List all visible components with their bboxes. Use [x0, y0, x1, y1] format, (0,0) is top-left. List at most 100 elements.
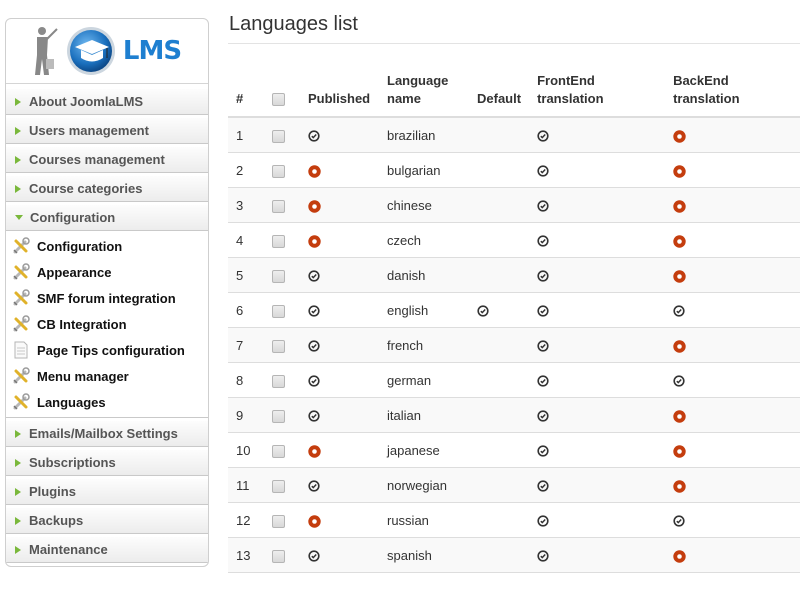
published-unpublished-icon[interactable] — [308, 445, 321, 458]
published-unpublished-icon[interactable] — [308, 200, 321, 213]
row-checkbox[interactable] — [272, 444, 285, 458]
sidebar-item-menu-manager[interactable]: Menu manager — [6, 363, 208, 389]
published-check-icon[interactable] — [308, 340, 320, 352]
row-checkbox[interactable] — [272, 234, 285, 248]
backend-unpublished-icon[interactable] — [673, 130, 686, 143]
frontend-check-icon[interactable] — [537, 235, 549, 247]
published-unpublished-icon[interactable] — [308, 235, 321, 248]
row-checkbox[interactable] — [272, 164, 285, 178]
published-unpublished-icon[interactable] — [308, 165, 321, 178]
published-unpublished-icon[interactable] — [308, 515, 321, 528]
row-language-name[interactable]: czech — [379, 222, 469, 258]
row-checkbox[interactable] — [272, 269, 285, 283]
row-checkbox[interactable] — [272, 374, 285, 388]
col-language-name[interactable]: Language name — [379, 67, 469, 118]
sidebar-section-subscriptions[interactable]: Subscriptions — [6, 449, 208, 476]
sidebar-menu: About JoomlaLMS Users management Courses… — [6, 84, 208, 563]
row-language-name[interactable]: japanese — [379, 432, 469, 468]
backend-unpublished-icon[interactable] — [673, 235, 686, 248]
row-checkbox[interactable] — [272, 339, 285, 353]
sidebar-section-maintenance[interactable]: Maintenance — [6, 536, 208, 563]
row-language-name[interactable]: bulgarian — [379, 152, 469, 188]
backend-check-icon[interactable] — [673, 305, 685, 317]
row-published — [300, 152, 379, 188]
row-language-name[interactable]: german — [379, 362, 469, 398]
backend-unpublished-icon[interactable] — [673, 410, 686, 423]
row-language-name[interactable]: brazilian — [379, 116, 469, 153]
sidebar-section-emails-mailbox-settings[interactable]: Emails/Mailbox Settings — [6, 420, 208, 447]
col-default[interactable]: Default — [469, 67, 530, 118]
row-language-name[interactable]: danish — [379, 257, 469, 293]
row-language-name[interactable]: spanish — [379, 537, 469, 573]
chevron-right-icon — [15, 184, 21, 193]
sidebar-section-about[interactable]: About JoomlaLMS — [6, 88, 208, 115]
row-language-name[interactable]: italian — [379, 397, 469, 433]
col-frontend-translation[interactable]: FrontEnd translation — [529, 67, 666, 118]
row-number: 1 — [228, 116, 264, 153]
backend-unpublished-icon[interactable] — [673, 480, 686, 493]
backend-check-icon[interactable] — [673, 375, 685, 387]
backend-unpublished-icon[interactable] — [673, 340, 686, 353]
sidebar-item-smf-forum-integration[interactable]: SMF forum integration — [6, 285, 208, 311]
sidebar-item-languages[interactable]: Languages — [6, 389, 208, 415]
backend-unpublished-icon[interactable] — [673, 270, 686, 283]
sidebar-section-users[interactable]: Users management — [6, 117, 208, 144]
sidebar-item-appearance[interactable]: Appearance — [6, 259, 208, 285]
frontend-check-icon[interactable] — [537, 305, 549, 317]
frontend-check-icon[interactable] — [537, 340, 549, 352]
row-checkbox[interactable] — [272, 409, 285, 423]
published-check-icon[interactable] — [308, 270, 320, 282]
sidebar-section-plugins[interactable]: Plugins — [6, 478, 208, 505]
row-select — [264, 187, 300, 223]
row-published — [300, 116, 379, 153]
row-language-name[interactable]: norwegian — [379, 467, 469, 503]
frontend-check-icon[interactable] — [537, 200, 549, 212]
backend-unpublished-icon[interactable] — [673, 165, 686, 178]
frontend-check-icon[interactable] — [537, 165, 549, 177]
frontend-check-icon[interactable] — [537, 480, 549, 492]
row-language-name[interactable]: english — [379, 292, 469, 328]
frontend-check-icon[interactable] — [537, 375, 549, 387]
sidebar-section-course-categories[interactable]: Course categories — [6, 175, 208, 202]
row-language-name[interactable]: chinese — [379, 187, 469, 223]
backend-check-icon[interactable] — [673, 515, 685, 527]
col-backend-line2: translation — [673, 91, 740, 106]
sidebar-item-page-tips-configuration[interactable]: Page Tips configuration — [6, 337, 208, 363]
sidebar-item-cb-integration[interactable]: CB Integration — [6, 311, 208, 337]
col-published[interactable]: Published — [300, 67, 379, 118]
sidebar-section-configuration[interactable]: Configuration — [6, 204, 208, 231]
frontend-check-icon[interactable] — [537, 410, 549, 422]
frontend-check-icon[interactable] — [537, 130, 549, 142]
row-checkbox[interactable] — [272, 479, 285, 493]
row-checkbox[interactable] — [272, 199, 285, 213]
row-checkbox[interactable] — [272, 304, 285, 318]
row-language-name[interactable]: french — [379, 327, 469, 363]
frontend-check-icon[interactable] — [537, 445, 549, 457]
frontend-check-icon[interactable] — [537, 550, 549, 562]
row-checkbox[interactable] — [272, 514, 285, 528]
frontend-check-icon[interactable] — [537, 270, 549, 282]
published-check-icon[interactable] — [308, 375, 320, 387]
row-select — [264, 327, 300, 363]
sidebar-item-configuration[interactable]: Configuration — [6, 233, 208, 259]
published-check-icon[interactable] — [308, 480, 320, 492]
published-check-icon[interactable] — [308, 130, 320, 142]
row-default — [469, 292, 530, 328]
default-check-icon[interactable] — [477, 305, 489, 317]
published-check-icon[interactable] — [308, 305, 320, 317]
backend-unpublished-icon[interactable] — [673, 445, 686, 458]
row-checkbox[interactable] — [272, 549, 285, 563]
sidebar-section-backups[interactable]: Backups — [6, 507, 208, 534]
col-backend-translation[interactable]: BackEnd translation — [665, 67, 800, 118]
row-language-name[interactable]: russian — [379, 502, 469, 538]
backend-unpublished-icon[interactable] — [673, 550, 686, 563]
sidebar-section-courses[interactable]: Courses management — [6, 146, 208, 173]
row-checkbox[interactable] — [272, 129, 285, 143]
row-number: 4 — [228, 222, 264, 258]
select-all-checkbox[interactable] — [272, 93, 285, 107]
published-check-icon[interactable] — [308, 410, 320, 422]
published-check-icon[interactable] — [308, 550, 320, 562]
backend-unpublished-icon[interactable] — [673, 200, 686, 213]
frontend-check-icon[interactable] — [537, 515, 549, 527]
sidebar-item-label: Configuration — [37, 238, 123, 254]
